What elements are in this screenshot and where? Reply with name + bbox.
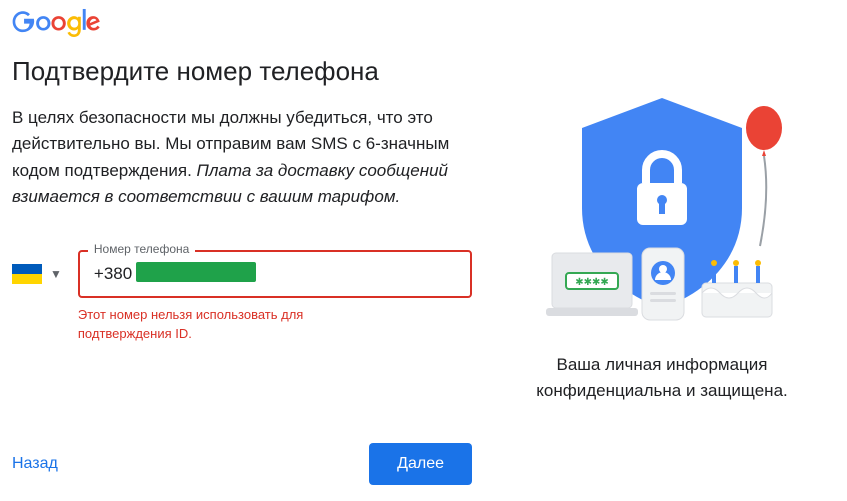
country-code-selector[interactable]: ▼ [12, 250, 62, 284]
page-title: Подтвердите номер телефона [12, 56, 472, 87]
chevron-down-icon: ▼ [50, 267, 62, 281]
google-logo [12, 8, 472, 38]
flag-ukraine-icon [12, 264, 42, 284]
description: В целях безопасности мы должны убедиться… [12, 105, 462, 210]
svg-text:✱✱✱✱: ✱✱✱✱ [575, 277, 609, 288]
phone-field-label: Номер телефона [88, 242, 195, 256]
privacy-line-1: Ваша личная информация [556, 355, 767, 374]
privacy-line-2: конфиденциальна и защищена. [536, 381, 788, 400]
phone-error-message: Этот номер нельзя использовать для подтв… [78, 306, 398, 342]
privacy-caption: Ваша личная информация конфиденциальна и… [536, 352, 788, 403]
privacy-illustration: ✱✱✱✱ [512, 88, 812, 328]
back-button[interactable]: Назад [12, 455, 58, 473]
redaction-overlay [136, 262, 256, 282]
next-button[interactable]: Далее [369, 443, 472, 485]
